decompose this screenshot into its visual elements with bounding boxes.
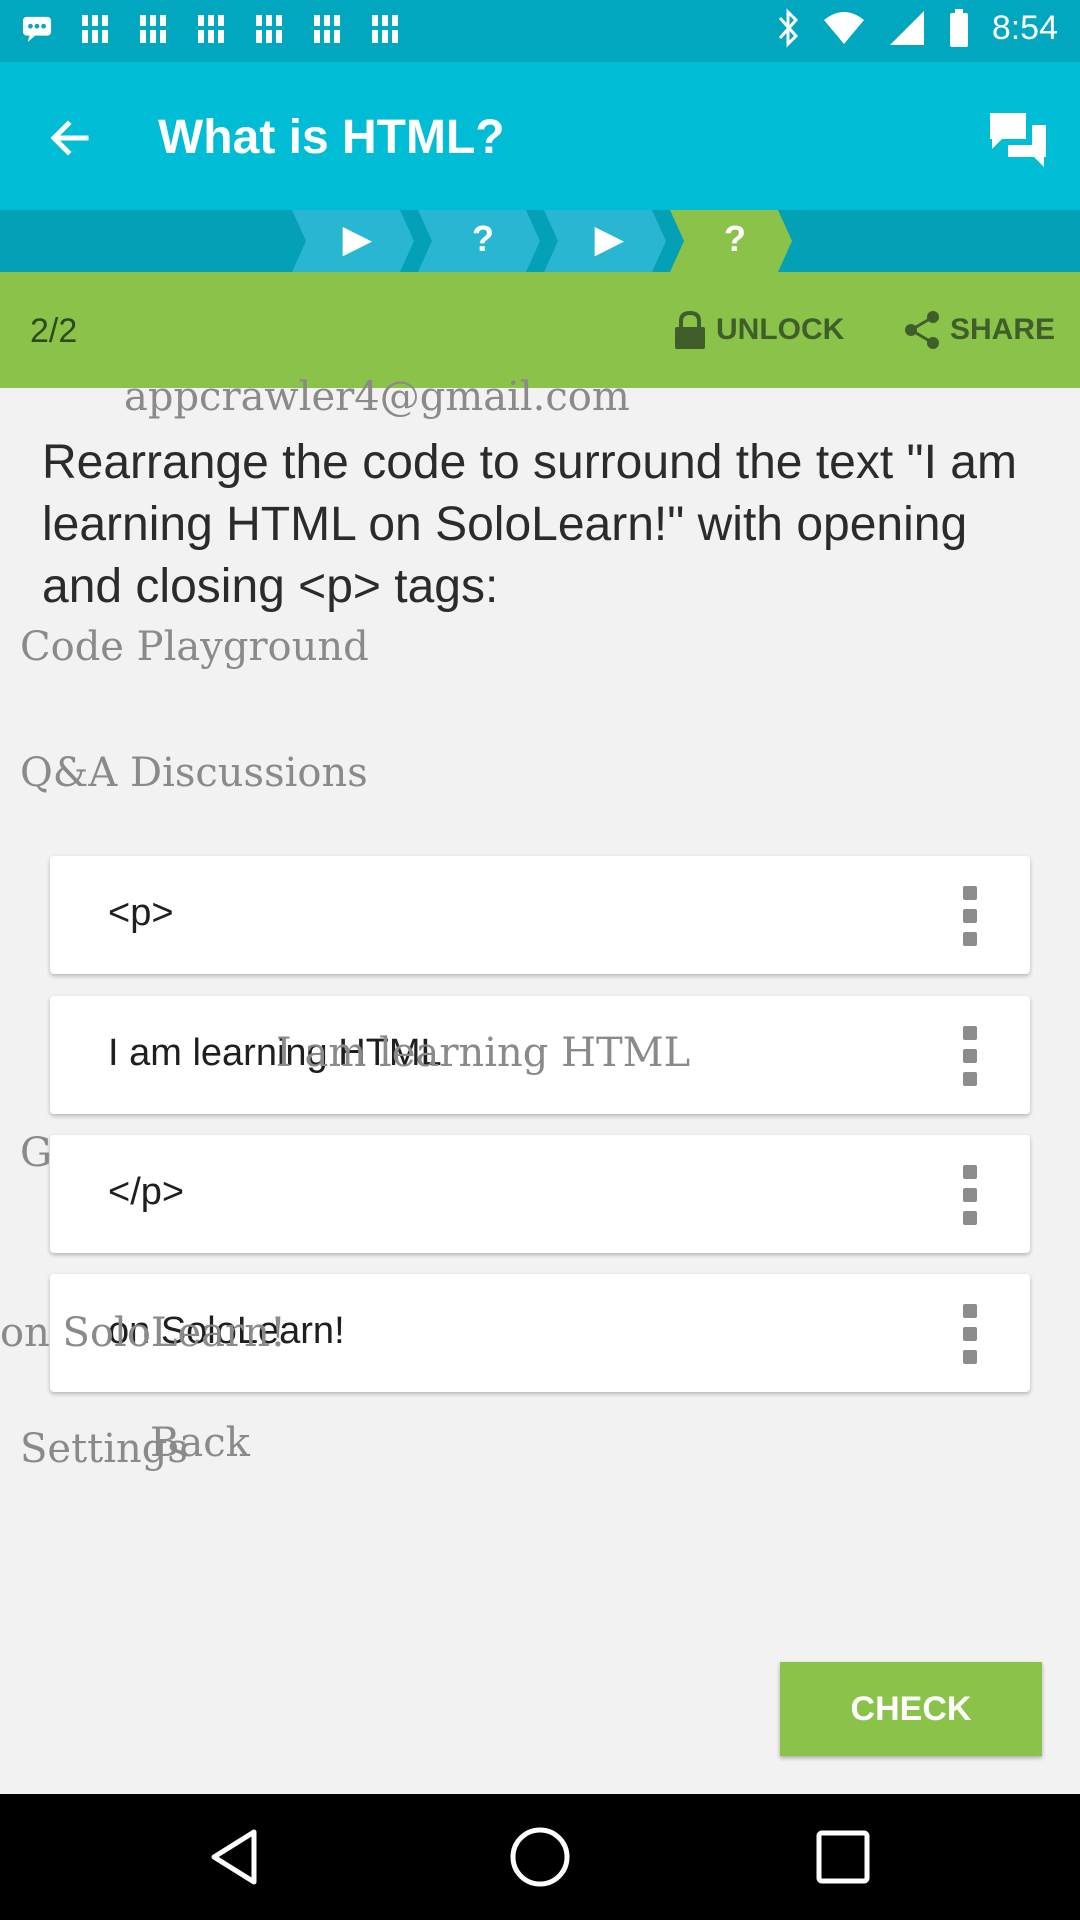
share-label: SHARE — [950, 313, 1056, 346]
quiz-question: Rearrange the code to surround the text … — [42, 436, 1017, 613]
nav-back-icon[interactable] — [204, 1824, 270, 1890]
app-bar: What is HTML? — [0, 62, 1080, 210]
status-time: 8:54 — [991, 8, 1058, 47]
lock-icon — [675, 310, 705, 349]
user-email: appcrawler4@gmail.com — [124, 374, 630, 420]
question-icon: ? — [724, 218, 746, 259]
image-icon — [198, 15, 224, 43]
play-icon: ▶ — [343, 218, 371, 259]
drag-handle-icon[interactable] — [960, 1026, 980, 1086]
page-title: What is HTML? — [158, 111, 505, 164]
play-icon: ▶ — [595, 218, 623, 259]
ghost-on-sololearn: on SoloLearn! — [0, 1310, 286, 1356]
lesson-step-bar: ▶ ? ▶ ? — [0, 210, 1080, 272]
share-icon — [905, 311, 939, 349]
notification-icons — [22, 12, 400, 46]
menu-qa-discussions[interactable]: Q&A Discussions — [20, 750, 368, 796]
image-icon — [82, 15, 108, 43]
wifi-icon — [823, 12, 864, 44]
drag-handle-icon[interactable] — [960, 1304, 980, 1364]
drawer-back-text[interactable]: Back — [150, 1420, 250, 1466]
signal-icon — [889, 11, 924, 45]
system-icons: 8:54 — [776, 8, 1058, 48]
nav-home-icon[interactable] — [507, 1824, 573, 1890]
code-block-text: </p> — [108, 1171, 185, 1213]
lesson-counter: 2/2 — [30, 312, 78, 350]
bluetooth-icon — [778, 8, 798, 48]
code-block[interactable]: <p> — [50, 856, 1030, 974]
comments-icon[interactable] — [986, 107, 1050, 171]
unlock-label: UNLOCK — [716, 313, 845, 346]
menu-code-playground[interactable]: Code Playground — [20, 624, 369, 670]
back-arrow-icon[interactable] — [40, 108, 100, 168]
system-nav-bar — [0, 1794, 1080, 1920]
lesson-action-bar: 2/2 UNLOCK SHARE — [0, 272, 1080, 388]
code-block-text: <p> — [108, 892, 174, 934]
question-icon: ? — [472, 218, 494, 259]
drag-handle-icon[interactable] — [960, 886, 980, 946]
drag-handle-icon[interactable] — [960, 1165, 980, 1225]
image-icon — [140, 15, 166, 43]
image-icon — [372, 15, 398, 43]
code-block[interactable]: </p> — [50, 1135, 1030, 1253]
nav-recents-icon[interactable] — [810, 1824, 876, 1890]
image-icon — [314, 15, 340, 43]
image-icon — [256, 15, 282, 43]
status-bar: 8:54 — [0, 0, 1080, 62]
check-button[interactable]: CHECK — [780, 1662, 1042, 1756]
ghost-learning-html: I am learning HTML — [276, 1030, 691, 1076]
chat-bubble-icon — [22, 16, 52, 43]
battery-icon — [949, 9, 968, 47]
share-button[interactable]: SHARE — [902, 310, 1055, 350]
unlock-button[interactable]: UNLOCK — [672, 310, 844, 350]
